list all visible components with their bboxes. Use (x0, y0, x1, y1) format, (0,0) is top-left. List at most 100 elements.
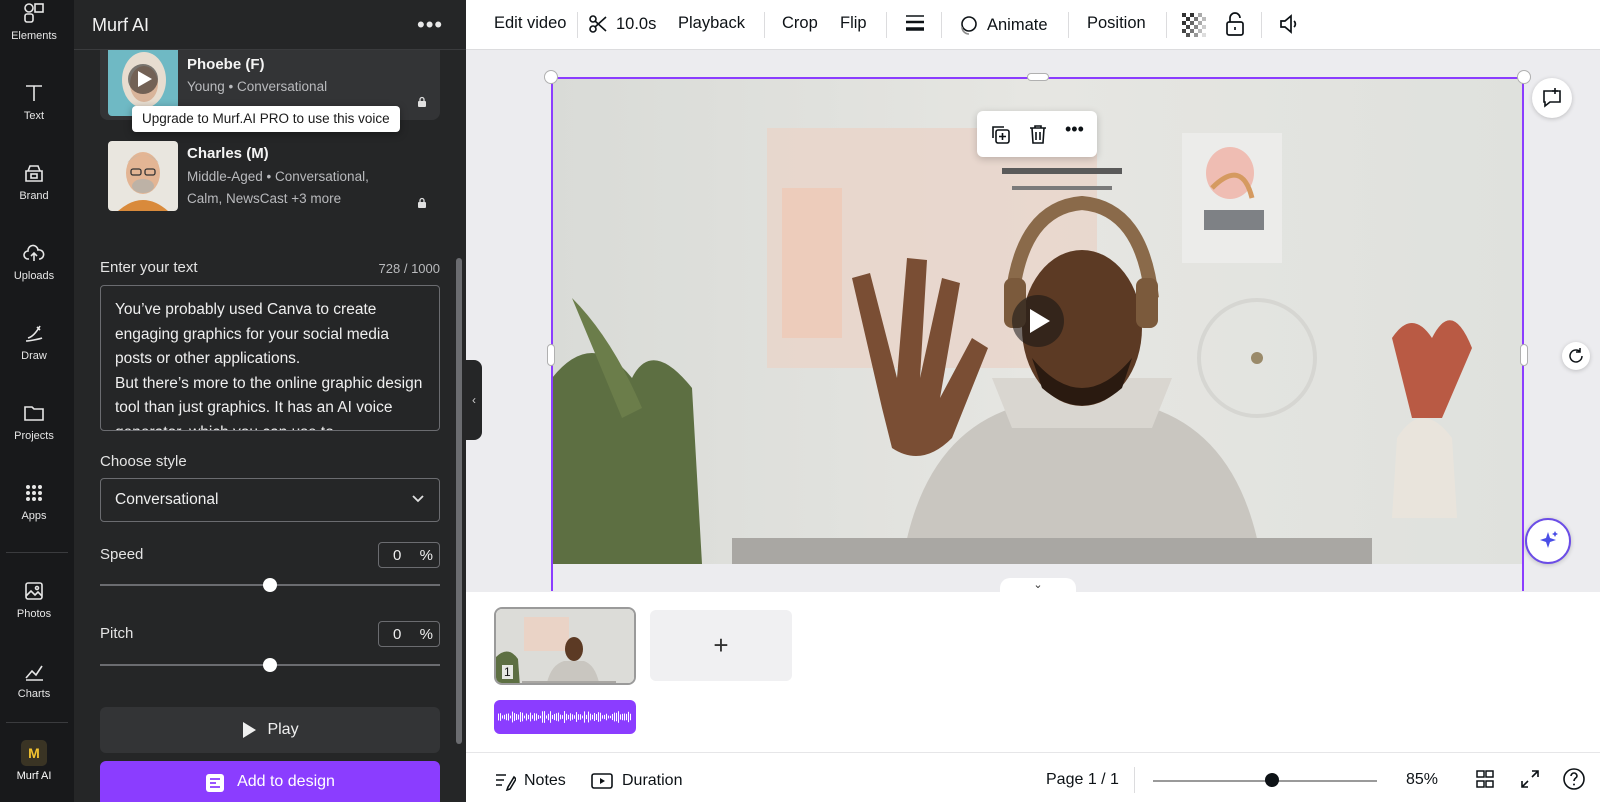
rotate-button[interactable] (1562, 342, 1590, 370)
speed-input[interactable]: 0 % (378, 542, 440, 568)
rail-label: Uploads (13, 270, 55, 282)
toolbar-divider (1261, 12, 1262, 38)
sparkle-icon (1540, 531, 1558, 548)
rail-label: Apps (21, 510, 47, 522)
rail-projects[interactable]: Projects (0, 400, 68, 442)
voice-name: Phoebe (F) (187, 56, 265, 73)
page-thumbnail-image (496, 609, 634, 683)
resize-handle-left[interactable] (547, 344, 555, 366)
duration-button[interactable]: Duration (590, 771, 682, 791)
comment-button[interactable] (1532, 78, 1572, 118)
rail-brand[interactable]: Brand (0, 160, 68, 202)
rail-label: Brand (19, 190, 49, 202)
grid-view-icon (1476, 770, 1494, 788)
char-count: 728 / 1000 (378, 261, 440, 276)
rail-elements[interactable]: Elements (0, 0, 68, 42)
lock-button[interactable] (1224, 11, 1246, 37)
zoom-slider-thumb[interactable] (1264, 773, 1279, 787)
magic-assistant-button[interactable] (1525, 518, 1571, 564)
collapse-panel-handle[interactable]: ‹ (466, 360, 482, 440)
volume-button[interactable] (1277, 12, 1301, 36)
rail-uploads[interactable]: Uploads (0, 240, 68, 282)
border-style-button[interactable] (904, 12, 926, 34)
rail-label: Draw (21, 350, 47, 362)
duplicate-icon[interactable] (989, 123, 1011, 150)
add-to-design-label: Add to design (237, 773, 335, 790)
edit-video-button[interactable]: Edit video (494, 14, 566, 33)
rail-label: Text (23, 110, 45, 122)
resize-handle-top[interactable] (1027, 73, 1049, 81)
voice-tags: Young • Conversational (187, 79, 328, 94)
animate-button[interactable]: Animate (957, 14, 1048, 36)
scissors-icon (589, 15, 607, 33)
style-select[interactable]: Conversational (100, 478, 440, 522)
apps-icon (21, 480, 47, 506)
speed-slider-thumb[interactable] (263, 578, 277, 592)
rail-photos[interactable]: Photos (0, 578, 68, 620)
resize-handle-top-right[interactable] (1517, 70, 1531, 84)
voice-card-charles[interactable]: Charles (M) Middle-Aged • Conversational… (100, 137, 440, 215)
panel-title: Murf AI (92, 15, 150, 35)
panel-header: Murf AI ••• (74, 0, 466, 50)
chevron-down-icon (412, 495, 424, 503)
brand-icon (21, 160, 47, 186)
pitch-input[interactable]: 0 % (378, 621, 440, 647)
resize-handle-top-left[interactable] (544, 70, 558, 84)
page-thumbnail[interactable]: 1 (494, 607, 636, 685)
rail-apps[interactable]: Apps (0, 480, 68, 522)
fullscreen-button[interactable] (1520, 769, 1540, 789)
resize-handle-right[interactable] (1520, 344, 1528, 366)
rail-label: Photos (16, 608, 52, 620)
grid-view-button[interactable] (1475, 769, 1495, 789)
notes-button[interactable]: Notes (494, 771, 566, 791)
pitch-unit: % (419, 626, 433, 643)
rail-murf-ai[interactable]: M Murf AI (0, 740, 68, 782)
folder-icon (21, 400, 47, 426)
page-indicator[interactable]: Page 1 / 1 (1046, 771, 1119, 789)
volume-icon (1280, 14, 1297, 34)
rail-label: Projects (14, 430, 54, 442)
speed-value: 0 (393, 547, 402, 564)
more-options-icon[interactable]: ••• (417, 12, 443, 38)
footer-divider (1134, 767, 1135, 793)
play-label: Play (267, 721, 299, 738)
style-value: Conversational (115, 491, 219, 508)
playback-button[interactable]: Playback (678, 14, 745, 33)
rail-text[interactable]: Text (0, 80, 68, 122)
pitch-slider-thumb[interactable] (263, 658, 277, 672)
crop-button[interactable]: Crop (782, 14, 818, 33)
flip-button[interactable]: Flip (840, 14, 867, 33)
trash-icon[interactable] (1027, 123, 1049, 150)
position-button[interactable]: Position (1087, 14, 1146, 33)
play-button[interactable]: Play (100, 707, 440, 753)
add-to-design-button[interactable]: Add to design (100, 761, 440, 802)
page-number: 1 (502, 665, 513, 679)
add-page-button[interactable]: + (650, 610, 792, 681)
rail-charts[interactable]: Charts (0, 658, 68, 700)
zoom-percent[interactable]: 85% (1406, 771, 1438, 789)
panel-scrollbar[interactable] (456, 258, 462, 744)
toolbar-divider (577, 12, 578, 38)
transparency-button[interactable] (1182, 13, 1206, 37)
footer-bar: Notes Duration Page 1 / 1 85% (466, 752, 1600, 802)
photos-icon (21, 578, 47, 604)
speed-label: Speed (100, 546, 144, 563)
audio-track[interactable] (494, 700, 636, 734)
rail-divider (6, 552, 68, 553)
lock-icon (418, 197, 426, 208)
trim-duration-button[interactable]: 10.0s (588, 14, 656, 34)
more-options-icon[interactable]: ••• (1065, 119, 1084, 140)
animate-icon (961, 16, 977, 35)
collapse-timeline-icon[interactable]: ⌄ (1000, 578, 1076, 594)
unlock-icon (1226, 12, 1244, 36)
text-label: Enter your text (100, 259, 198, 276)
voice-text-input[interactable]: You’ve probably used Canva to create eng… (100, 285, 440, 431)
help-button[interactable] (1562, 767, 1586, 791)
murf-ai-panel: Murf AI ••• Phoebe (F) Young • Conversat… (74, 0, 466, 802)
voice-name: Charles (M) (187, 145, 269, 162)
pitch-value: 0 (393, 626, 402, 643)
toolbar-divider (1166, 12, 1167, 38)
timeline-area (466, 592, 1600, 752)
toolbar-divider (941, 12, 942, 38)
rail-draw[interactable]: Draw (0, 320, 68, 362)
